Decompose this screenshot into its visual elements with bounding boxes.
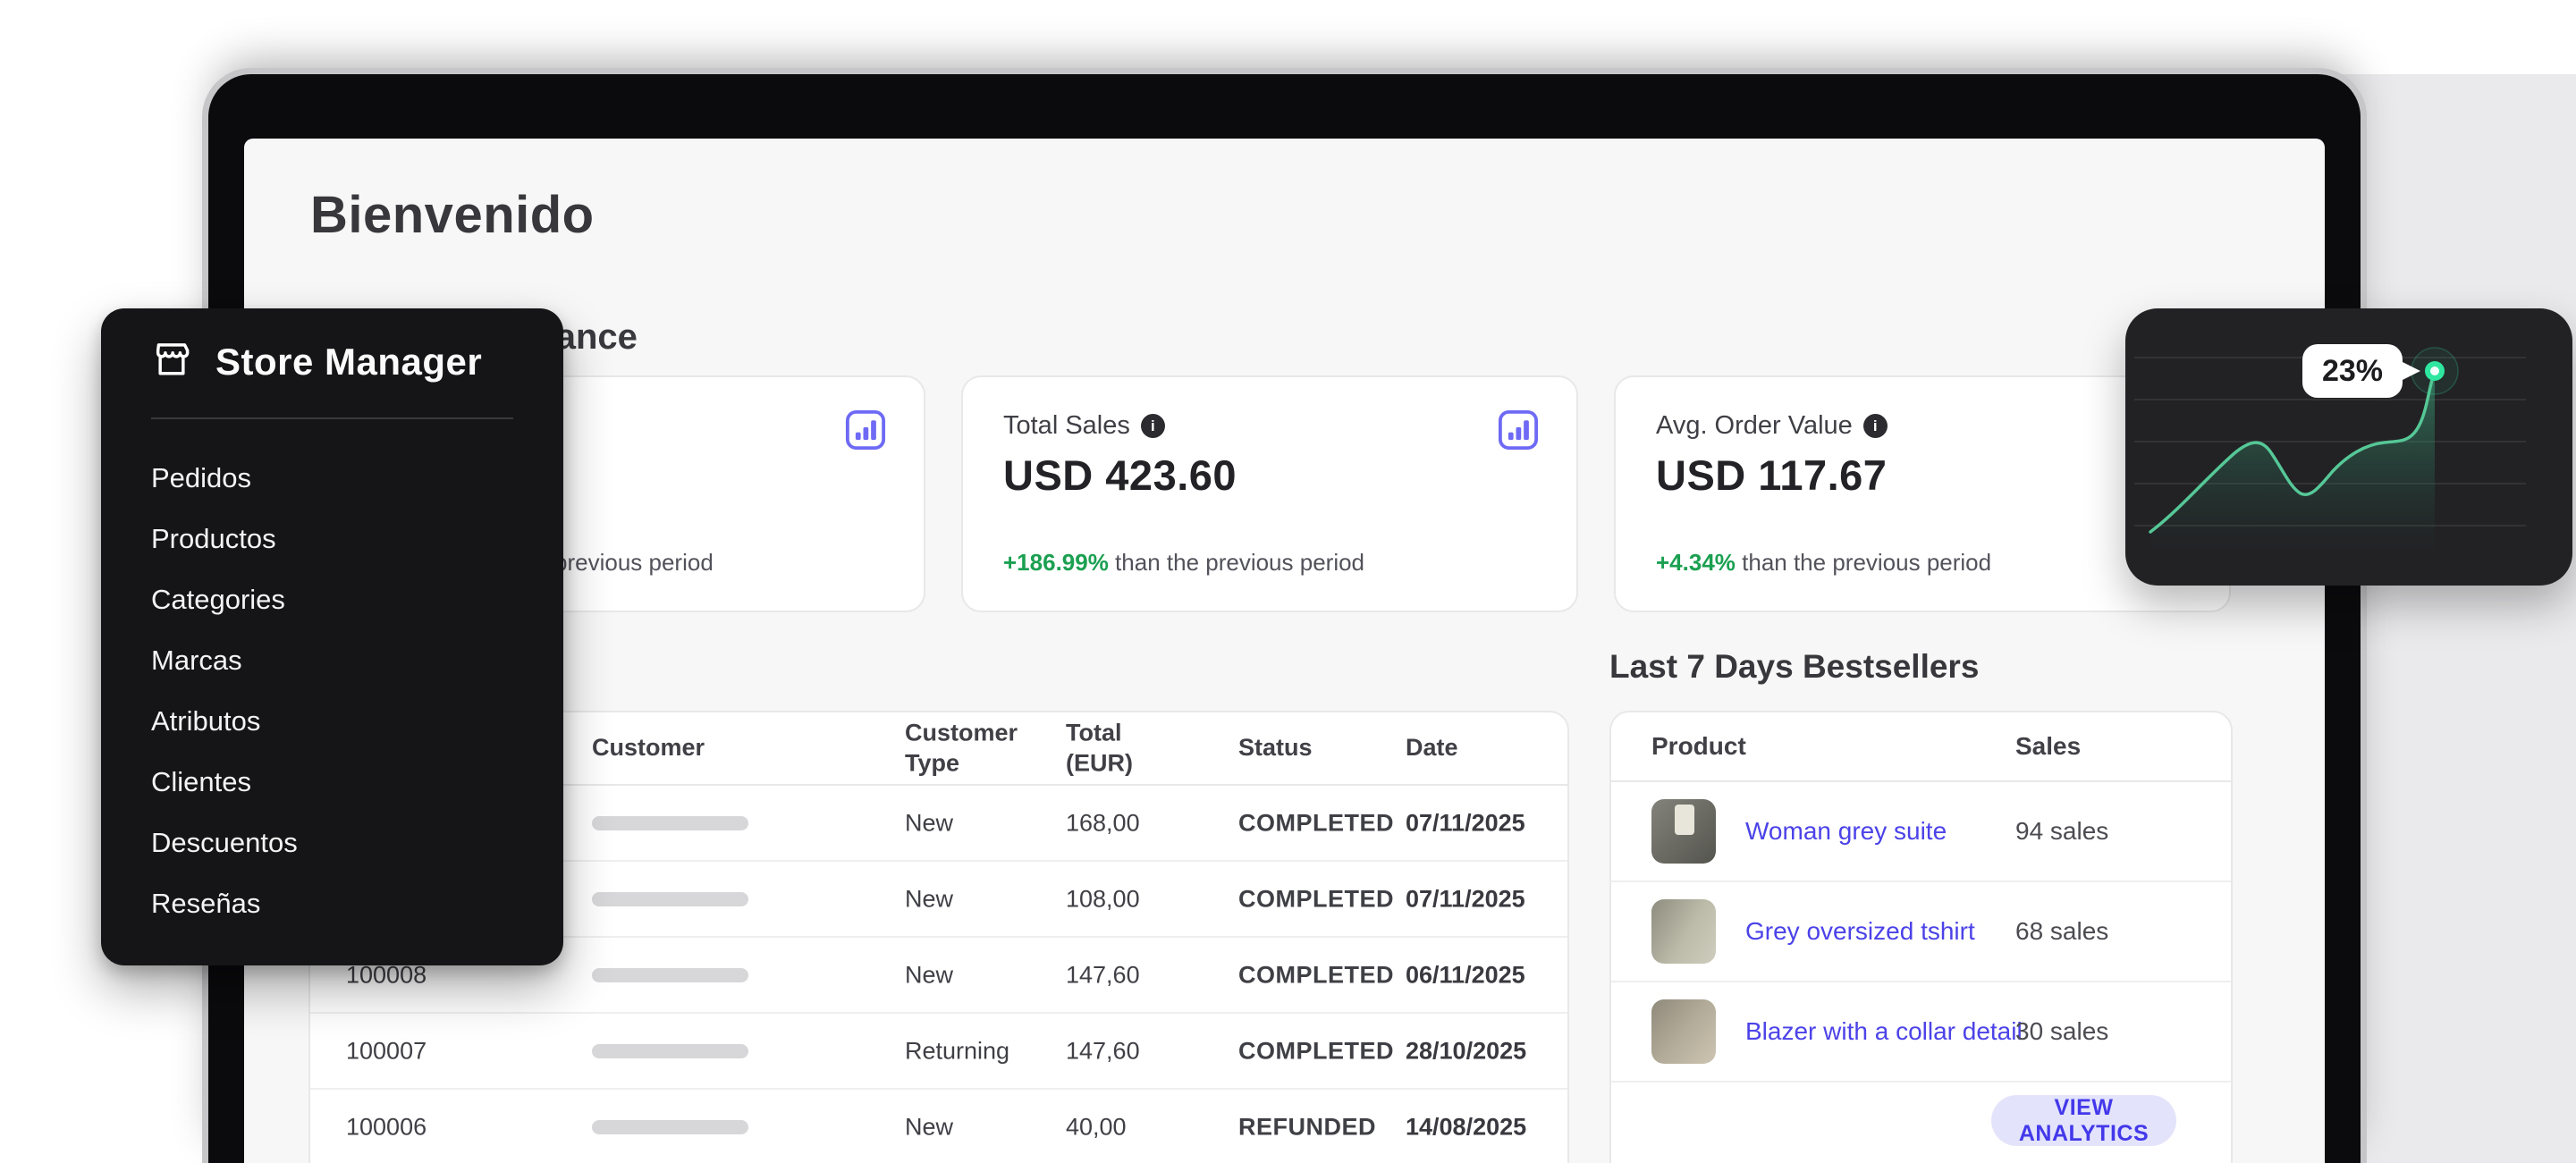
column-header-sales: Sales bbox=[2015, 732, 2081, 761]
bestsellers-panel: Product Sales Woman grey suite 94 sales … bbox=[1609, 711, 2233, 1163]
column-header-customer: Customer bbox=[592, 733, 705, 763]
bar-chart-icon bbox=[1498, 409, 1539, 451]
order-customer-type: Returning bbox=[905, 1037, 1026, 1065]
sidebar-header: Store Manager bbox=[151, 339, 482, 384]
stat-delta-suffix: than the previous period bbox=[1109, 549, 1364, 576]
order-row: 100007 Returning 147,60 COMPLETED 28/10/… bbox=[310, 1014, 1567, 1090]
sidebar-item-categories[interactable]: Categories bbox=[151, 569, 298, 630]
chart-tooltip-value: 23% bbox=[2322, 354, 2383, 388]
stat-label-text: Avg. Order Value bbox=[1656, 411, 1853, 441]
bestsellers-heading: Last 7 Days Bestsellers bbox=[1609, 648, 1979, 686]
order-customer-type: New bbox=[905, 1113, 1026, 1141]
bestseller-row: Grey oversized tshirt 68 sales bbox=[1611, 882, 2231, 982]
product-sales: 68 sales bbox=[2015, 917, 2108, 946]
order-number-link[interactable]: 100007 bbox=[346, 1037, 427, 1065]
order-status: COMPLETED bbox=[1238, 1037, 1394, 1065]
column-header-product: Product bbox=[1651, 732, 1746, 761]
order-status: REFUNDED bbox=[1238, 1113, 1376, 1141]
view-analytics-button[interactable]: VIEW ANALYTICS bbox=[1991, 1095, 2176, 1146]
product-image[interactable] bbox=[1651, 899, 1716, 964]
sidebar-item-pedidos[interactable]: Pedidos bbox=[151, 448, 298, 509]
info-icon[interactable]: i bbox=[1141, 414, 1165, 438]
customer-name-placeholder bbox=[592, 1044, 748, 1058]
stat-delta-suffix: than the previous period bbox=[1736, 549, 1991, 576]
sidebar-item-atributos[interactable]: Atributos bbox=[151, 691, 298, 752]
product-link[interactable]: Grey oversized tshirt bbox=[1745, 917, 1975, 946]
order-total: 108,00 bbox=[1066, 885, 1164, 913]
column-header-status: Status bbox=[1238, 733, 1313, 763]
bestseller-row: Woman grey suite 94 sales bbox=[1611, 782, 2231, 882]
stat-delta-fragment: previous period bbox=[554, 549, 714, 577]
order-row: 100006 New 40,00 REFUNDED 14/08/2025 bbox=[310, 1090, 1567, 1163]
product-image[interactable] bbox=[1651, 799, 1716, 864]
product-link[interactable]: Woman grey suite bbox=[1745, 817, 1947, 846]
order-status: COMPLETED bbox=[1238, 961, 1394, 989]
order-total: 168,00 bbox=[1066, 809, 1164, 837]
order-total: 147,60 bbox=[1066, 1037, 1164, 1065]
sidebar-item-resenas[interactable]: Reseñas bbox=[151, 873, 298, 934]
customer-name-placeholder bbox=[592, 968, 748, 982]
chart-tooltip: 23% bbox=[2302, 344, 2420, 398]
sidebar-divider bbox=[151, 417, 513, 419]
order-customer-type: New bbox=[905, 885, 1026, 913]
stat-value: USD 117.67 bbox=[1656, 451, 1887, 500]
column-header-date: Date bbox=[1406, 733, 1458, 763]
page-title: Bienvenido bbox=[310, 185, 595, 245]
column-header-customer-type: Customer Type bbox=[905, 718, 1026, 779]
sidebar-menu: Pedidos Productos Categories Marcas Atri… bbox=[151, 448, 298, 934]
stat-delta: +186.99% than the previous period bbox=[1003, 549, 1364, 577]
stat-card-total-sales: Total Sales i USD 423.60 +186.99% than t… bbox=[961, 375, 1578, 612]
bestseller-row: Blazer with a collar detail 30 sales bbox=[1611, 982, 2231, 1083]
growth-chart: 23% bbox=[2125, 308, 2572, 586]
stat-delta-percent: +186.99% bbox=[1003, 549, 1109, 576]
stat-delta-percent: +4.34% bbox=[1656, 549, 1736, 576]
customer-name-placeholder bbox=[592, 816, 748, 830]
storefront-icon bbox=[151, 339, 192, 384]
order-customer-type: New bbox=[905, 961, 1026, 989]
product-sales: 94 sales bbox=[2015, 817, 2108, 846]
stat-value: USD 423.60 bbox=[1003, 451, 1237, 500]
sidebar-item-productos[interactable]: Productos bbox=[151, 509, 298, 569]
info-icon[interactable]: i bbox=[1863, 414, 1888, 438]
column-header-total: Total (EUR) bbox=[1066, 718, 1164, 779]
order-date: 07/11/2025 bbox=[1406, 885, 1525, 913]
order-status: COMPLETED bbox=[1238, 885, 1394, 913]
order-date: 06/11/2025 bbox=[1406, 961, 1525, 989]
order-date: 28/10/2025 bbox=[1406, 1037, 1526, 1065]
customer-name-placeholder bbox=[592, 892, 748, 906]
stat-label-text: Total Sales bbox=[1003, 411, 1130, 441]
sidebar-title: Store Manager bbox=[215, 341, 482, 383]
order-date: 07/11/2025 bbox=[1406, 809, 1525, 837]
sidebar-item-descuentos[interactable]: Descuentos bbox=[151, 813, 298, 873]
stat-label: Avg. Order Value i bbox=[1656, 411, 1888, 441]
order-customer-type: New bbox=[905, 809, 1026, 837]
bestsellers-header: Product Sales bbox=[1611, 712, 2231, 782]
order-status: COMPLETED bbox=[1238, 809, 1394, 837]
product-link[interactable]: Blazer with a collar detail bbox=[1745, 1017, 2023, 1046]
marketing-canvas: { "header": { "title": "Bienvenido" }, "… bbox=[0, 0, 2576, 1163]
stat-delta: +4.34% than the previous period bbox=[1656, 549, 1991, 577]
order-date: 14/08/2025 bbox=[1406, 1113, 1526, 1141]
bestsellers-footer: VIEW ANALYTICS bbox=[1611, 1083, 2231, 1163]
background-panel bbox=[2343, 74, 2576, 1163]
order-total: 40,00 bbox=[1066, 1113, 1164, 1141]
order-total: 147,60 bbox=[1066, 961, 1164, 989]
product-sales: 30 sales bbox=[2015, 1017, 2108, 1046]
bar-chart-icon bbox=[845, 409, 886, 451]
sidebar-item-clientes[interactable]: Clientes bbox=[151, 752, 298, 813]
order-number-link[interactable]: 100006 bbox=[346, 1113, 427, 1141]
stat-label: Total Sales i bbox=[1003, 411, 1165, 441]
growth-chart-card: 23% bbox=[2125, 308, 2572, 586]
customer-name-placeholder bbox=[592, 1120, 748, 1134]
product-image[interactable] bbox=[1651, 999, 1716, 1064]
store-manager-sidebar: Store Manager Pedidos Productos Categori… bbox=[101, 308, 563, 965]
sidebar-item-marcas[interactable]: Marcas bbox=[151, 630, 298, 691]
